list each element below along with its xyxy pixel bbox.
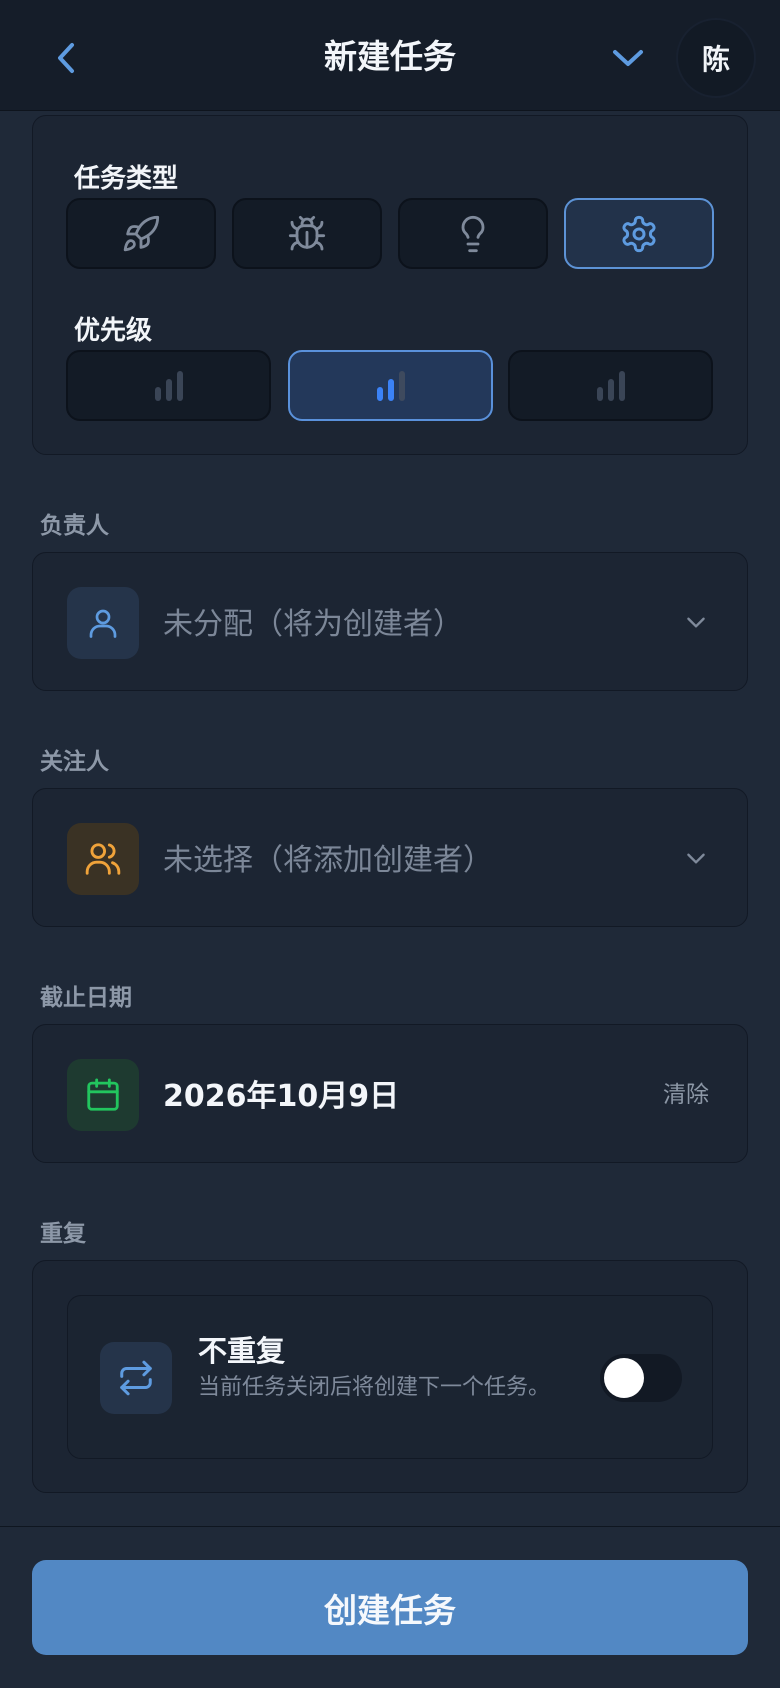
priority-medium-icon: [376, 370, 405, 401]
create-task-button[interactable]: 创建任务: [32, 1560, 748, 1655]
rocket-icon: [123, 215, 160, 251]
footer-bar: 创建任务: [0, 1526, 780, 1688]
task-type-settings[interactable]: [564, 198, 714, 269]
assignee-label: 负责人: [40, 513, 109, 539]
priority-medium[interactable]: [288, 350, 493, 421]
followers-value: 未选择（将添加创建者）: [163, 843, 493, 878]
avatar[interactable]: 陈: [678, 20, 754, 96]
priority-low[interactable]: [66, 350, 271, 421]
top-bar: 新建任务 陈: [0, 0, 780, 111]
task-type-label: 任务类型: [74, 164, 179, 194]
gear-icon: [622, 215, 656, 252]
task-type-idea[interactable]: [398, 198, 548, 269]
due-date-picker[interactable]: 2026年10月9日 清除: [32, 1024, 748, 1163]
priority-low-icon: [154, 370, 183, 401]
toggle-knob: [604, 1358, 644, 1398]
chevron-down-icon: [687, 853, 705, 864]
lightbulb-icon: [461, 215, 485, 252]
assignee-icon-tile: [67, 587, 139, 659]
user-icon: [89, 609, 117, 638]
calendar-icon: [87, 1078, 119, 1111]
due-date-value: 2026年10月9日: [163, 1079, 400, 1114]
chevron-down-icon: [687, 617, 705, 628]
chevron-down-icon: [613, 50, 643, 66]
repeat-title: 不重复: [198, 1334, 286, 1368]
due-date-label: 截止日期: [40, 985, 132, 1011]
assignee-value: 未分配（将为创建者）: [163, 607, 463, 642]
assignee-select[interactable]: 未分配（将为创建者）: [32, 552, 748, 691]
task-type-bug[interactable]: [232, 198, 382, 269]
priority-high[interactable]: [508, 350, 713, 421]
repeat-toggle[interactable]: [600, 1354, 682, 1402]
repeat-label: 重复: [40, 1221, 86, 1247]
followers-icon-tile: [67, 823, 139, 895]
repeat-card: 不重复 当前任务关闭后将创建下一个任务。: [32, 1260, 748, 1493]
repeat-icon-tile: [100, 1342, 172, 1414]
followers-select[interactable]: 未选择（将添加创建者）: [32, 788, 748, 927]
repeat-option: 不重复 当前任务关闭后将创建下一个任务。: [67, 1295, 713, 1459]
due-date-icon-tile: [67, 1059, 139, 1131]
task-type-feature[interactable]: [66, 198, 216, 269]
page-title: 新建任务: [324, 37, 456, 76]
bug-icon: [288, 215, 326, 250]
repeat-description: 当前任务关闭后将创建下一个任务。: [198, 1375, 551, 1400]
collapse-button[interactable]: [608, 38, 648, 78]
priority-label: 优先级: [74, 316, 153, 346]
followers-label: 关注人: [40, 749, 109, 775]
repeat-icon: [120, 1360, 152, 1396]
users-icon: [85, 843, 121, 875]
clear-date-button[interactable]: 清除: [663, 1075, 709, 1109]
priority-high-icon: [596, 370, 625, 401]
